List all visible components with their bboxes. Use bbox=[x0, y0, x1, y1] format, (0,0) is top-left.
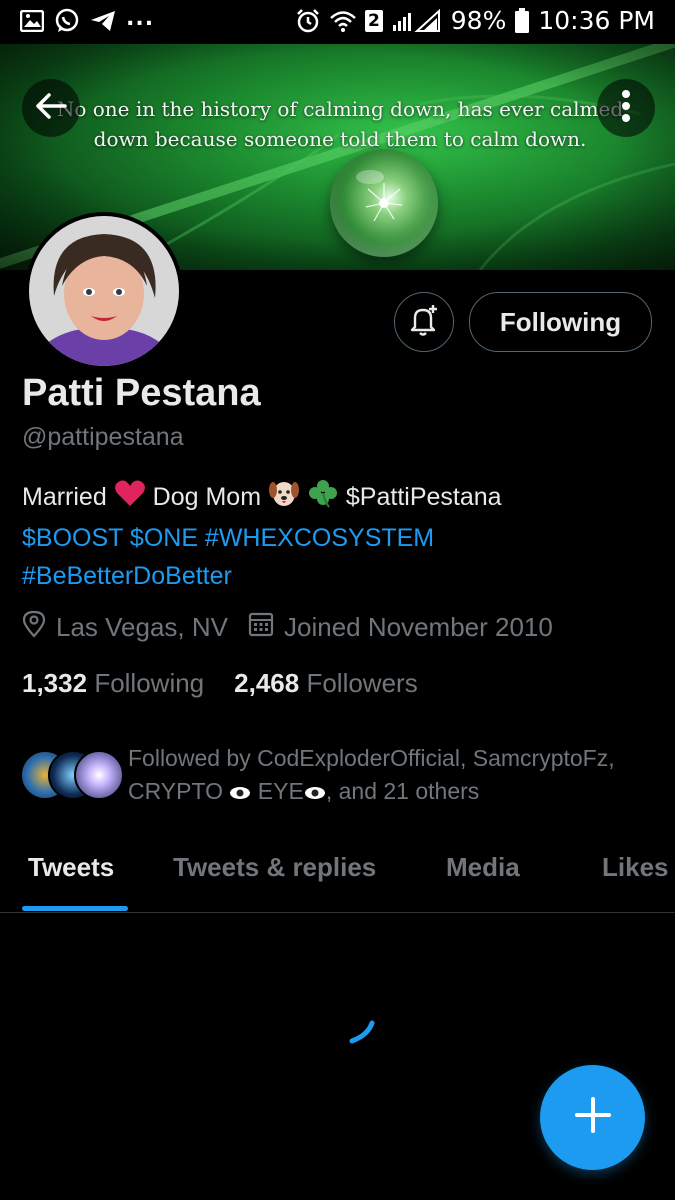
compose-tweet-button[interactable] bbox=[540, 1065, 645, 1170]
overflow-notifications: ... bbox=[126, 5, 155, 31]
dog-emoji bbox=[268, 478, 300, 519]
tab-media[interactable]: Media bbox=[446, 852, 520, 883]
water-droplet bbox=[330, 149, 438, 257]
mutual-avatar-3 bbox=[74, 750, 124, 800]
followed-by-tail: , and 21 others bbox=[325, 778, 480, 804]
more-vertical-icon bbox=[621, 89, 631, 128]
heart-emoji bbox=[114, 479, 146, 518]
join-date-text: Joined November 2010 bbox=[284, 612, 553, 642]
followers-count-link[interactable]: 2,468 Followers bbox=[234, 668, 418, 699]
bio-text-dog-mom: Dog Mom bbox=[152, 483, 262, 512]
calendar-icon bbox=[248, 611, 274, 644]
following-count-link[interactable]: 1,332 Following bbox=[22, 668, 204, 699]
location: Las Vegas, NV bbox=[22, 610, 228, 645]
avatar[interactable] bbox=[25, 212, 183, 370]
bio: Married Dog Mom $PattiPestana $BOOST $ON… bbox=[22, 478, 652, 595]
back-arrow-icon bbox=[35, 92, 67, 125]
bio-line-2-links[interactable]: $BOOST $ONE #WHEXCOSYSTEM bbox=[22, 519, 652, 557]
eye-emoji bbox=[229, 776, 251, 809]
location-text: Las Vegas, NV bbox=[56, 612, 228, 642]
following-count: 1,332 bbox=[22, 668, 88, 698]
bio-line-3-hashtag[interactable]: #BeBetterDoBetter bbox=[22, 557, 652, 595]
alarm-icon bbox=[295, 8, 321, 34]
wifi-icon bbox=[329, 9, 357, 33]
bio-line-1: Married Dog Mom $PattiPestana bbox=[22, 478, 652, 519]
followed-by-eye-text: EYE bbox=[257, 778, 304, 804]
tab-likes[interactable]: Likes bbox=[602, 852, 669, 883]
profile-tabs: Tweets Tweets & replies Media Likes bbox=[0, 840, 675, 913]
location-pin-icon bbox=[22, 610, 46, 645]
banner-quote-text: No one in the history of calming down, h… bbox=[56, 97, 624, 151]
user-handle: @pattipestana bbox=[22, 423, 184, 451]
following-button[interactable]: Following bbox=[469, 292, 652, 352]
battery-icon bbox=[514, 7, 530, 34]
follow-stats: 1,332 Following 2,468 Followers bbox=[22, 668, 418, 699]
followed-by-text: Followed by CodExploderOfficial, Samcryp… bbox=[128, 742, 658, 809]
tab-tweets[interactable]: Tweets bbox=[28, 852, 114, 883]
active-tab-indicator bbox=[22, 906, 128, 911]
back-button[interactable] bbox=[22, 79, 80, 137]
battery-percent: 98% bbox=[450, 6, 507, 35]
followers-label: Followers bbox=[306, 668, 418, 698]
signal-icon bbox=[391, 8, 443, 33]
display-name: Patti Pestana bbox=[22, 372, 261, 414]
join-date: Joined November 2010 bbox=[248, 611, 553, 644]
bell-plus-icon bbox=[407, 303, 441, 342]
clock: 10:36 PM bbox=[538, 6, 655, 35]
tab-tweets-and-replies[interactable]: Tweets & replies bbox=[173, 852, 376, 883]
clover-emoji bbox=[307, 478, 339, 519]
sim-badge: 2 bbox=[364, 9, 383, 32]
bio-text-married: Married bbox=[22, 483, 107, 512]
bio-cashtag-name[interactable]: $PattiPestana bbox=[346, 483, 502, 511]
gallery-icon bbox=[20, 10, 44, 32]
notifications-button[interactable] bbox=[394, 292, 454, 352]
more-options-button[interactable] bbox=[597, 79, 655, 137]
avatar-illustration bbox=[29, 216, 179, 366]
plus-icon bbox=[574, 1097, 611, 1138]
followers-count: 2,468 bbox=[234, 668, 300, 698]
followed-by-avatars bbox=[20, 750, 124, 800]
status-bar: ... 2 98% 10:36 PM bbox=[0, 0, 675, 44]
whatsapp-icon bbox=[54, 8, 80, 34]
loading-spinner-icon bbox=[338, 1005, 382, 1049]
eye-emoji-2 bbox=[304, 776, 326, 809]
following-label: Following bbox=[94, 668, 205, 698]
profile-meta: Las Vegas, NV Joined November 2010 bbox=[22, 610, 573, 645]
telegram-icon bbox=[90, 9, 116, 33]
